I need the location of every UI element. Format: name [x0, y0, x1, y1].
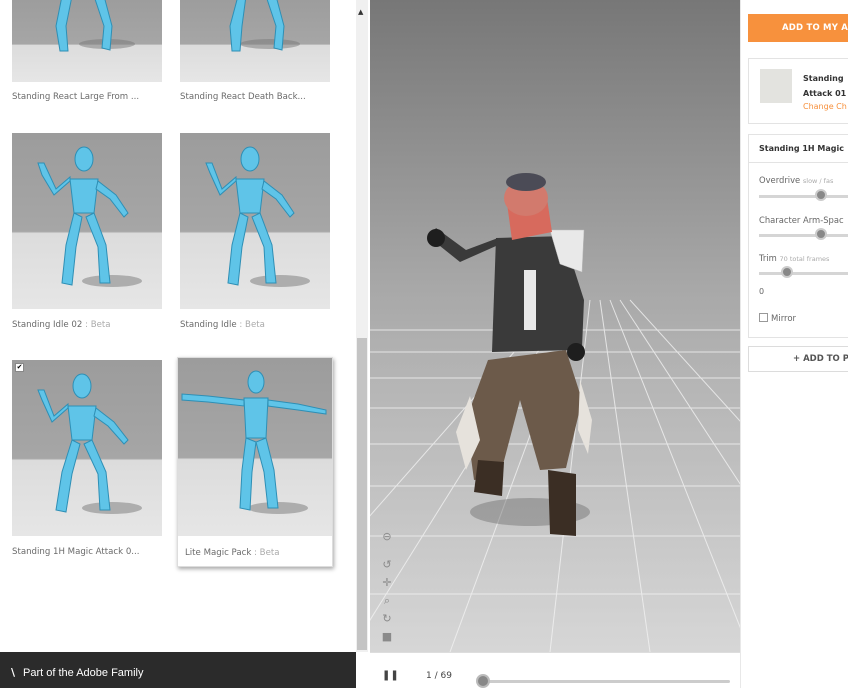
animation-thumbnail[interactable] — [12, 0, 162, 82]
overdrive-slider-knob[interactable] — [815, 189, 827, 201]
adobe-logo-icon: \ — [11, 666, 16, 679]
change-character-link[interactable]: Change Ch — [803, 102, 847, 111]
animation-card[interactable]: Standing React Death Back... — [180, 0, 330, 114]
animation-caption: Lite Magic Pack : Beta — [185, 548, 280, 558]
animation-thumbnail[interactable] — [180, 133, 330, 309]
overdrive-label: Overdrive slow / fas — [759, 175, 834, 185]
settings-sidebar: ADD TO MY A Standing Attack 01 Change Ch… — [740, 0, 848, 688]
playback-bar: ❚❚ 1 / 69 — [370, 652, 740, 688]
animation-settings: Standing 1H Magic Overdrive slow / fas C… — [748, 134, 848, 338]
animation-card[interactable]: Standing React Large From ... — [12, 0, 162, 114]
animation-card[interactable]: Standing Idle 02 : Beta — [12, 133, 162, 338]
pause-icon[interactable]: ❚❚ — [382, 670, 399, 681]
arm-space-slider-track[interactable] — [759, 234, 848, 237]
reset-view-icon[interactable]: ↻ — [380, 612, 394, 626]
scroll-up-icon[interactable]: ▲ — [358, 8, 363, 16]
timeline-track[interactable] — [480, 680, 730, 683]
add-to-my-animations-button[interactable]: ADD TO MY A — [748, 14, 848, 42]
animation-card[interactable]: Standing Idle : Beta — [180, 133, 330, 338]
animation-caption: Standing React Death Back... — [180, 92, 306, 102]
selected-animation-name: Standing Attack 01 — [803, 74, 847, 98]
mannequin-figure — [37, 146, 142, 287]
arm-space-slider-knob[interactable] — [815, 228, 827, 240]
rotate-icon[interactable]: ↺ — [380, 558, 394, 572]
mannequin-figure — [205, 146, 310, 287]
animation-card-selected[interactable]: ✔ Standing 1H Magic Attack 0... — [12, 360, 162, 565]
trim-label: Trim 70 total frames — [759, 253, 830, 263]
animation-thumbnail[interactable]: ✔ — [12, 360, 162, 536]
mirror-checkbox-box[interactable] — [759, 313, 768, 322]
character-thumbnail — [760, 69, 792, 103]
animation-thumbnail[interactable] — [180, 0, 330, 82]
add-to-pack-button[interactable]: + ADD TO P — [748, 346, 848, 372]
mannequin-figure — [55, 0, 135, 52]
animation-caption: Standing React Large From ... — [12, 92, 140, 102]
adobe-family-text[interactable]: Part of the Adobe Family — [23, 667, 143, 679]
library-scrollbar[interactable]: ▲ — [356, 0, 368, 652]
selected-checkbox[interactable]: ✔ — [15, 363, 24, 372]
trim-value: 0 — [759, 287, 765, 296]
trim-slider-track[interactable] — [759, 272, 848, 275]
pan-icon[interactable]: ✛ — [380, 576, 394, 590]
scrollbar-thumb[interactable] — [357, 338, 367, 650]
floor-grid — [370, 173, 740, 652]
zoom-icon[interactable]: ⌕ — [380, 594, 394, 608]
selected-animation: Standing Attack 01 Change Ch — [748, 58, 848, 124]
timeline-scrubber[interactable] — [476, 674, 490, 688]
face-view-icon[interactable]: ⊖ — [380, 530, 394, 544]
animation-caption: Standing Idle : Beta — [180, 320, 265, 330]
camera-icon[interactable]: ■ — [380, 630, 394, 644]
animation-caption: Standing Idle 02 : Beta — [12, 320, 111, 330]
frame-counter: 1 / 69 — [426, 671, 452, 681]
animation-pack-card[interactable]: Lite Magic Pack : Beta — [177, 357, 333, 567]
overdrive-slider-track[interactable] — [759, 195, 848, 198]
settings-title: Standing 1H Magic — [749, 135, 848, 163]
animation-thumbnail[interactable] — [178, 358, 332, 536]
mannequin-figure — [229, 0, 300, 52]
adobe-footer: \ Part of the Adobe Family — [0, 652, 356, 688]
mirror-checkbox[interactable]: Mirror — [759, 313, 796, 324]
arm-space-label: Character Arm-Spac — [759, 215, 844, 225]
animation-caption: Standing 1H Magic Attack 0... — [12, 547, 140, 557]
animation-library: Standing React Large From ... Standing R… — [0, 0, 370, 688]
animation-thumbnail[interactable] — [12, 133, 162, 309]
mannequin-figure — [181, 370, 327, 514]
3d-viewport[interactable]: ⊖ ↺ ✛ ⌕ ↻ ■ — [370, 0, 740, 652]
trim-slider-knob[interactable] — [781, 266, 793, 278]
mannequin-figure — [37, 373, 142, 514]
